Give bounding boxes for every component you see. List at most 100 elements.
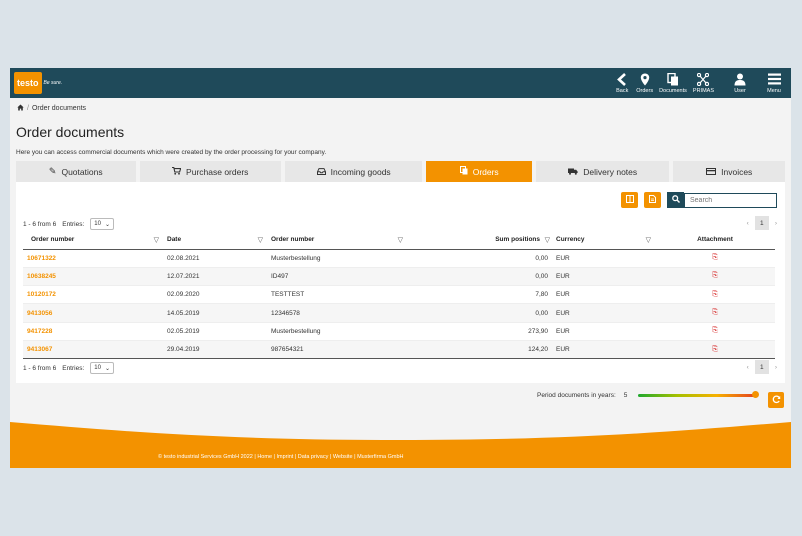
table-row: 10671322 02.08.2021 Musterbestellung 0,0… [23, 248, 775, 268]
sum-cell: 7,80 [407, 285, 552, 304]
pdf-icon[interactable]: ⎘ [712, 309, 719, 317]
table-row: 9413067 29.04.2019 987654321 124,20 EUR … [23, 339, 775, 360]
tab-quotations[interactable]: ✎ Quotations [16, 161, 136, 182]
attachment-cell: ⎘ [655, 248, 775, 268]
entries-label: Entries: [62, 364, 85, 372]
table-info-bottom: 1 - 6 from 6 Entries: 10 ⌄ [23, 362, 114, 374]
pdf-icon[interactable]: ⎘ [712, 346, 719, 354]
pdf-icon[interactable]: ⎘ [712, 291, 719, 299]
column-header-date[interactable]: Date ▽ [163, 231, 267, 250]
table-info-top: 1 - 6 from 6 Entries: 10 ⌄ [23, 218, 114, 230]
footer-links[interactable]: © testo industrial Services GmbH 2022 | … [158, 454, 404, 460]
tab-delivery-notes[interactable]: Delivery notes [535, 161, 670, 182]
document-tabs: ✎ Quotations Purchase orders Incoming go… [16, 161, 785, 182]
back-icon [617, 72, 627, 86]
next-page-button[interactable]: › [775, 220, 777, 227]
date-cell: 02.09.2020 [163, 285, 267, 304]
slider-handle[interactable] [751, 391, 759, 398]
export-button[interactable] [644, 192, 661, 208]
page-number-button[interactable]: 1 [754, 360, 769, 374]
nav-menu[interactable]: Menu [763, 68, 785, 98]
currency-cell: EUR [552, 266, 655, 286]
entries-select[interactable]: 10 ⌄ [90, 218, 114, 230]
order-number-cell[interactable]: 9417228 [23, 321, 163, 341]
tab-label: Quotations [61, 166, 103, 177]
breadcrumb: / Order documents [10, 98, 791, 114]
pagination-top: ‹ 1 › [747, 216, 777, 230]
order-number-cell[interactable]: 10120172 [23, 285, 163, 304]
tab-incoming-goods[interactable]: Incoming goods [284, 161, 423, 182]
nav-label: User [734, 88, 746, 94]
order-link[interactable]: 9417228 [27, 328, 52, 335]
order-link[interactable]: 10120172 [27, 291, 56, 298]
nav-orders[interactable]: Orders [633, 68, 656, 98]
filter-icon[interactable]: ▽ [545, 236, 550, 244]
table-row: 10638245 12.07.2021 ID497 0,00 EUR ⎘ [23, 266, 775, 286]
period-slider[interactable] [637, 391, 759, 398]
pdf-icon[interactable]: ⎘ [712, 327, 719, 335]
tab-invoices[interactable]: Invoices [673, 161, 785, 182]
column-header-currency[interactable]: Currency ▽ [552, 231, 655, 250]
column-header-sum-positions[interactable]: Sum positions ▽ [407, 231, 552, 250]
entries-select[interactable]: 10 ⌄ [90, 362, 114, 374]
table-row: 9417228 02.05.2019 Musterbestellung 273,… [23, 321, 775, 341]
currency-cell: EUR [552, 285, 655, 304]
tab-purchase-orders[interactable]: Purchase orders [139, 161, 281, 182]
search-input[interactable] [684, 192, 777, 208]
reference-cell: ID497 [267, 266, 407, 286]
columns-button[interactable] [621, 192, 638, 208]
nav-label: Back [616, 88, 629, 94]
attachment-cell: ⎘ [655, 321, 775, 341]
inbox-icon [316, 167, 326, 177]
order-link[interactable]: 9413067 [27, 346, 52, 353]
entries-value: 10 [94, 365, 101, 371]
sum-cell: 0,00 [407, 248, 552, 268]
copy-icon [459, 166, 468, 177]
nav-back[interactable]: Back [611, 68, 633, 98]
filter-icon[interactable]: ▽ [398, 236, 403, 244]
currency-cell: EUR [552, 303, 655, 323]
column-header-attachment: Attachment [655, 231, 775, 250]
column-header-order-number[interactable]: Order number ▽ [23, 231, 163, 250]
range-label: 1 - 6 from 6 [23, 220, 57, 228]
filter-icon[interactable]: ▽ [258, 236, 263, 244]
search-button[interactable] [667, 192, 684, 208]
page-number-button[interactable]: 1 [754, 216, 769, 230]
page-title: Order documents [16, 124, 125, 140]
order-number-cell[interactable]: 9413067 [23, 339, 163, 360]
column-header-reference[interactable]: Order number ▽ [267, 231, 407, 250]
prev-page-button[interactable]: ‹ [747, 364, 749, 371]
nav-primas[interactable]: PRIMAS [690, 68, 717, 98]
range-label: 1 - 6 from 6 [23, 364, 57, 372]
order-link[interactable]: 10671322 [27, 255, 56, 262]
refresh-button[interactable] [768, 392, 784, 408]
pdf-icon[interactable]: ⎘ [712, 272, 719, 280]
entries-label: Entries: [62, 220, 85, 228]
filter-icon[interactable]: ▽ [154, 236, 159, 244]
date-cell: 02.08.2021 [163, 248, 267, 268]
nav-user[interactable]: User [729, 68, 751, 98]
tab-orders[interactable]: Orders [426, 161, 532, 182]
footer-wave [10, 422, 791, 468]
pdf-icon[interactable]: ⎘ [712, 254, 719, 262]
period-control: Period documents in years: 5 [537, 391, 759, 399]
currency-cell: EUR [552, 321, 655, 341]
order-number-cell[interactable]: 9413056 [23, 303, 163, 323]
testo-logo[interactable]: testo Be sure. [14, 72, 62, 94]
table-row: 10120172 02.09.2020 TESTTEST 7,80 EUR ⎘ [23, 285, 775, 304]
cart-icon [172, 166, 182, 177]
home-icon[interactable] [17, 104, 24, 113]
order-link[interactable]: 10638245 [27, 273, 56, 280]
filter-icon[interactable]: ▽ [646, 236, 651, 244]
order-number-cell[interactable]: 10638245 [23, 266, 163, 286]
reference-cell: 12346578 [267, 303, 407, 323]
nav-documents[interactable]: Documents [656, 68, 690, 98]
chevron-down-icon: ⌄ [104, 365, 110, 372]
prev-page-button[interactable]: ‹ [747, 220, 749, 227]
order-number-cell[interactable]: 10671322 [23, 248, 163, 268]
next-page-button[interactable]: › [775, 364, 777, 371]
reference-cell: 987654321 [267, 339, 407, 360]
order-link[interactable]: 9413056 [27, 310, 52, 317]
edit-icon: ✎ [48, 166, 57, 176]
breadcrumb-current: Order documents [31, 104, 87, 112]
